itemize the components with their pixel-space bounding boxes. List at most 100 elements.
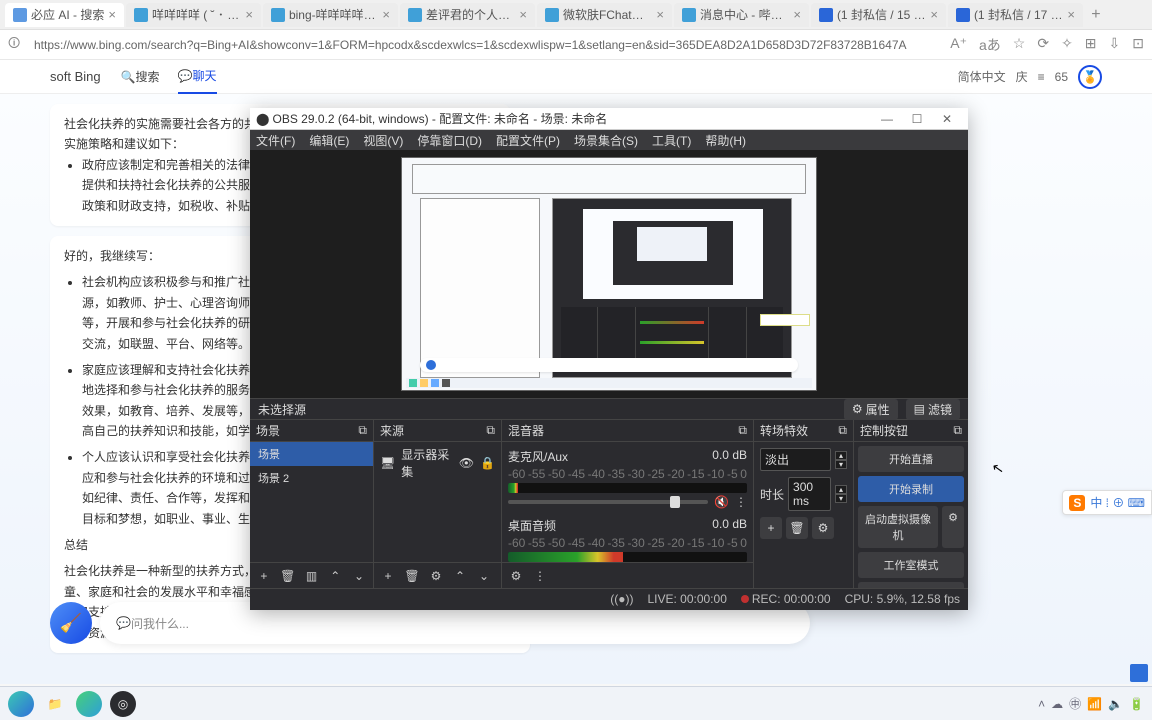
bing-logo[interactable]: soft Bing — [50, 69, 101, 84]
tray-wifi-icon[interactable]: 📶 — [1087, 697, 1102, 711]
menu-scene-col[interactable]: 场景集合(S) — [574, 132, 638, 149]
transition-props-button[interactable]: ⚙ — [812, 517, 834, 539]
mic-mute-button[interactable]: 🔇 — [714, 495, 729, 509]
source-up-button[interactable]: ⌃ — [450, 566, 470, 586]
tab-5[interactable]: 消息中心 - 哔哩哔哩弹…× — [674, 3, 809, 27]
site-info-icon[interactable]: 🛈 — [8, 34, 26, 55]
close-icon[interactable]: × — [108, 7, 116, 22]
tab-4[interactable]: 微软肤FChatGPT，谷歌…× — [537, 3, 672, 27]
menu-dock[interactable]: 停靠窗口(D) — [417, 132, 482, 149]
menu-profile[interactable]: 配置文件(P) — [496, 132, 560, 149]
scene-item-1[interactable]: 场景 — [250, 442, 373, 466]
explorer-icon[interactable]: 📁 — [42, 691, 68, 717]
tray-volume-icon[interactable]: 🔈 — [1108, 697, 1123, 711]
trans-up[interactable]: ▴ — [835, 451, 847, 460]
source-down-button[interactable]: ⌄ — [474, 566, 494, 586]
nav-search[interactable]: 🔍 搜索 — [121, 60, 160, 93]
tray-ime-icon[interactable]: ㊥ — [1069, 695, 1081, 712]
maximize-button[interactable]: ☐ — [902, 112, 932, 126]
edge-dev-icon[interactable] — [76, 691, 102, 717]
transition-select[interactable]: 淡出 — [760, 448, 831, 471]
studio-mode-button[interactable]: 工作室模式 — [858, 552, 964, 578]
downloads-icon[interactable]: ⇩ — [1109, 35, 1121, 55]
duration-input[interactable]: 300 ms — [788, 477, 831, 511]
tab-3[interactable]: 差评君的个人空间_咩咩× — [400, 3, 535, 27]
tray-chevron-icon[interactable]: ˄ — [1038, 697, 1045, 711]
popout-icon[interactable]: ⧉ — [838, 423, 847, 438]
broom-icon[interactable]: 🧹 — [50, 602, 92, 644]
properties-button[interactable]: ⚙ 属性 — [844, 399, 898, 420]
mixer-menu-button[interactable]: ⋮ — [530, 566, 550, 586]
lang-select[interactable]: 简体中文 — [958, 68, 1006, 85]
dur-down[interactable]: ▾ — [835, 494, 847, 503]
ime-mode[interactable]: 中 ⁞ ⊕ ⌨ — [1090, 494, 1145, 511]
popout-icon[interactable]: ⧉ — [738, 423, 747, 438]
close-icon[interactable]: × — [930, 7, 938, 22]
remove-source-button[interactable]: 🗑 — [402, 566, 422, 586]
scene-down-button[interactable]: ⌄ — [349, 566, 369, 586]
app-icon[interactable]: ⊞ — [1085, 35, 1097, 55]
mixer-settings-button[interactable]: ⚙ — [506, 566, 526, 586]
trans-down[interactable]: ▾ — [835, 460, 847, 469]
close-icon[interactable]: × — [1067, 7, 1075, 22]
new-tab-button[interactable]: + — [1084, 3, 1108, 27]
sync-icon[interactable]: ⟳ — [1037, 35, 1049, 55]
rewards-points[interactable]: 65 — [1055, 70, 1068, 84]
popout-icon[interactable]: ⧉ — [358, 423, 367, 438]
read-aloud-icon[interactable]: A⁺ — [950, 35, 967, 55]
visibility-icon[interactable]: 👁 — [459, 456, 474, 470]
popout-icon[interactable]: ⧉ — [953, 423, 962, 438]
scene-item-2[interactable]: 场景 2 — [250, 466, 373, 490]
tab-2[interactable]: bing-咩咩咩咩_Bilibili× — [263, 3, 398, 27]
nav-chat[interactable]: 💬 聊天 — [178, 59, 217, 94]
favorite-icon[interactable]: ☆ — [1013, 35, 1026, 55]
remove-transition-button[interactable]: 🗑 — [786, 517, 808, 539]
source-props-button[interactable]: ⚙ — [426, 566, 446, 586]
start-record-button[interactable]: 开始录制 — [858, 476, 964, 502]
close-icon[interactable]: × — [382, 7, 390, 22]
scene-filter-button[interactable]: ▥ — [302, 566, 322, 586]
dur-up[interactable]: ▴ — [835, 485, 847, 494]
obs-preview[interactable] — [250, 150, 968, 398]
virtual-cam-settings-button[interactable]: ⚙ — [942, 506, 964, 548]
tab-1[interactable]: 咩咩咩咩 ( ˘ ･ ˘)つロ 干…× — [126, 3, 261, 27]
feedback-icon[interactable] — [1130, 664, 1148, 682]
ime-toolbar[interactable]: S 中 ⁞ ⊕ ⌨ — [1062, 490, 1152, 515]
close-button[interactable]: ✕ — [932, 112, 962, 126]
obs-taskbar-icon[interactable]: ◎ — [110, 691, 136, 717]
minimize-button[interactable]: — — [872, 112, 902, 126]
source-item[interactable]: 🖥 显示器采集 👁 🔒 — [374, 442, 501, 484]
add-transition-button[interactable]: + — [760, 517, 782, 539]
translate-icon[interactable]: aあ — [979, 35, 1001, 55]
virtual-cam-button[interactable]: 启动虚拟摄像机 — [858, 506, 938, 548]
menu-file[interactable]: 文件(F) — [256, 132, 295, 149]
preview-canvas[interactable] — [401, 157, 817, 391]
add-source-button[interactable]: + — [378, 566, 398, 586]
close-icon[interactable]: × — [656, 7, 664, 22]
menu-edit[interactable]: 编辑(E) — [309, 132, 349, 149]
system-tray[interactable]: ˄ ☁ ㊥ 📶 🔈 🔋 — [1038, 695, 1144, 712]
tab-7[interactable]: (1 封私信 / 17 条消息) z…× — [948, 3, 1083, 27]
user-name[interactable]: 庆 — [1016, 68, 1028, 85]
tab-6[interactable]: (1 封私信 / 15 条消息) E…× — [811, 3, 946, 27]
start-stream-button[interactable]: 开始直播 — [858, 446, 964, 472]
edge-icon[interactable] — [8, 691, 34, 717]
mic-options-button[interactable]: ⋮ — [735, 495, 747, 509]
scene-up-button[interactable]: ⌃ — [325, 566, 345, 586]
remove-scene-button[interactable]: 🗑 — [278, 566, 298, 586]
close-icon[interactable]: × — [793, 7, 801, 22]
url-input[interactable] — [34, 38, 942, 52]
tab-bing-ai[interactable]: 必应 AI - 搜索× — [5, 3, 124, 27]
mic-volume-slider[interactable] — [508, 500, 708, 504]
menu-help[interactable]: 帮助(H) — [705, 132, 746, 149]
collections-icon[interactable]: ✧ — [1061, 35, 1073, 55]
close-icon[interactable]: × — [519, 7, 527, 22]
menu-view[interactable]: 视图(V) — [363, 132, 403, 149]
extensions-icon[interactable]: ⊡ — [1132, 35, 1144, 55]
close-icon[interactable]: × — [245, 7, 253, 22]
rewards-icon[interactable]: 🏅 — [1078, 65, 1102, 89]
tray-cloud-icon[interactable]: ☁ — [1051, 697, 1063, 711]
tray-battery-icon[interactable]: 🔋 — [1129, 697, 1144, 711]
filters-button[interactable]: ▤ 滤镜 — [906, 399, 960, 420]
popout-icon[interactable]: ⧉ — [486, 423, 495, 438]
